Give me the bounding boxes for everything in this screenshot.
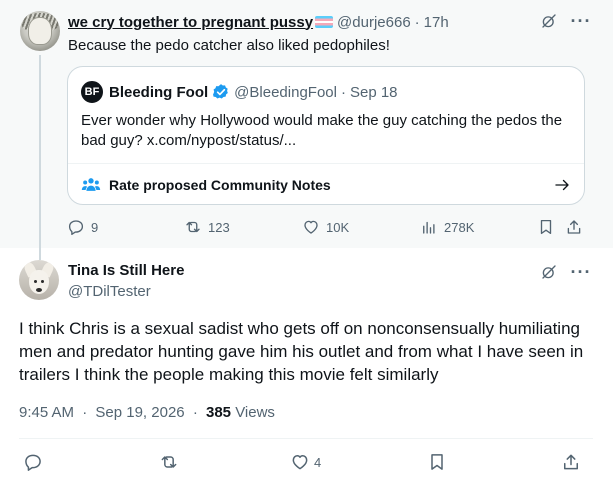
- tweet-date[interactable]: Sep 19, 2026: [95, 404, 184, 421]
- avatar[interactable]: [20, 11, 60, 51]
- quoted-author-avatar[interactable]: BF: [81, 81, 103, 103]
- separator-dot: ·: [414, 13, 420, 31]
- thread-connector-line: [39, 55, 41, 260]
- trans-flag-emoji: [315, 16, 334, 28]
- avatar-dog-eye: [41, 280, 44, 283]
- more-options-icon[interactable]: ···: [571, 12, 591, 30]
- reply-icon: [68, 220, 84, 236]
- reply-icon: [25, 454, 41, 471]
- grok-icon[interactable]: [540, 263, 558, 281]
- author-display-name[interactable]: Tina Is Still Here: [68, 262, 184, 279]
- share-button[interactable]: [565, 218, 589, 236]
- repost-button[interactable]: 123: [184, 218, 230, 236]
- tweet-top-icons: ···: [540, 263, 591, 281]
- avatar-dog-nose: [36, 288, 42, 292]
- like-button[interactable]: 4: [290, 452, 321, 472]
- like-button[interactable]: 10K: [302, 218, 349, 236]
- bookmark-button[interactable]: [537, 218, 561, 236]
- reply-tweet-text: I think Chris is a sexual sadist who get…: [19, 319, 584, 384]
- bookmark-button[interactable]: [427, 452, 451, 472]
- tweet-time[interactable]: 9:45 AM: [19, 404, 74, 421]
- separator-dot: ·: [82, 404, 88, 421]
- like-count: 10K: [326, 219, 350, 235]
- repost-icon: [161, 456, 177, 468]
- tweet-action-bar: 9 123 10K 278K: [67, 218, 585, 238]
- bookmark-icon: [431, 454, 443, 470]
- heart-icon: [304, 220, 318, 234]
- tweet-top-icons: ···: [540, 12, 591, 30]
- like-count: 4: [314, 454, 322, 470]
- community-notes-people-icon: [81, 178, 101, 191]
- share-icon: [567, 220, 581, 234]
- avatar-dog-eye: [34, 280, 37, 283]
- rate-community-notes-label: Rate proposed Community Notes: [109, 177, 331, 193]
- quoted-tweet-card[interactable]: BF Bleeding Fool @BleedingFool · Sep 18 …: [67, 66, 585, 205]
- verified-badge-icon: [213, 84, 228, 99]
- tweet-action-bar: 4: [19, 452, 593, 474]
- repost-icon: [186, 221, 200, 233]
- reply-count: 9: [91, 219, 99, 235]
- rate-community-notes-link[interactable]: Rate proposed Community Notes: [81, 173, 571, 197]
- tweet-timestamp[interactable]: 17h: [424, 14, 449, 31]
- share-icon: [564, 454, 578, 470]
- quoted-tweet-text: Ever wonder why Hollywood would make the…: [81, 112, 563, 149]
- heart-icon: [292, 455, 308, 470]
- reply-button[interactable]: [23, 452, 47, 472]
- avatar[interactable]: [19, 260, 59, 300]
- separator-dot: ·: [340, 83, 346, 101]
- quoted-author-name[interactable]: Bleeding Fool: [109, 84, 208, 101]
- share-button[interactable]: [561, 452, 585, 472]
- repost-button[interactable]: [159, 452, 183, 472]
- quoted-card-divider: [68, 163, 584, 164]
- quoted-tweet-date[interactable]: Sep 18: [350, 84, 398, 101]
- quoted-author-handle[interactable]: @BleedingFool: [234, 84, 337, 101]
- tweet-text: Because the pedo catcher also liked pedo…: [68, 37, 390, 54]
- tweet-header: we cry together to pregnant pussy @durje…: [68, 12, 449, 32]
- views-button[interactable]: 278K: [420, 218, 474, 236]
- more-options-icon[interactable]: ···: [571, 263, 591, 281]
- repost-count: 123: [208, 219, 230, 235]
- author-handle[interactable]: @TDilTester: [68, 283, 151, 300]
- views-count: 385: [205, 404, 232, 421]
- arrow-right-icon: [555, 179, 569, 191]
- author-display-name[interactable]: we cry together to pregnant pussy: [68, 14, 313, 31]
- tweet-metadata: 9:45 AM · Sep 19, 2026 · 385 Views: [19, 404, 275, 421]
- separator-dot: ·: [192, 404, 198, 421]
- grok-icon[interactable]: [540, 12, 558, 30]
- quoted-tweet-header: BF Bleeding Fool @BleedingFool · Sep 18: [81, 81, 398, 103]
- divider: [19, 438, 593, 439]
- views-count: 278K: [444, 219, 475, 235]
- views-label: Views: [235, 404, 275, 421]
- parent-tweet[interactable]: we cry together to pregnant pussy @durje…: [0, 0, 613, 260]
- author-handle[interactable]: @durje666: [337, 14, 411, 31]
- bookmark-icon: [540, 219, 552, 235]
- reply-button[interactable]: 9: [67, 218, 98, 236]
- analytics-bars-icon: [423, 221, 435, 234]
- avatar-face: [28, 17, 52, 45]
